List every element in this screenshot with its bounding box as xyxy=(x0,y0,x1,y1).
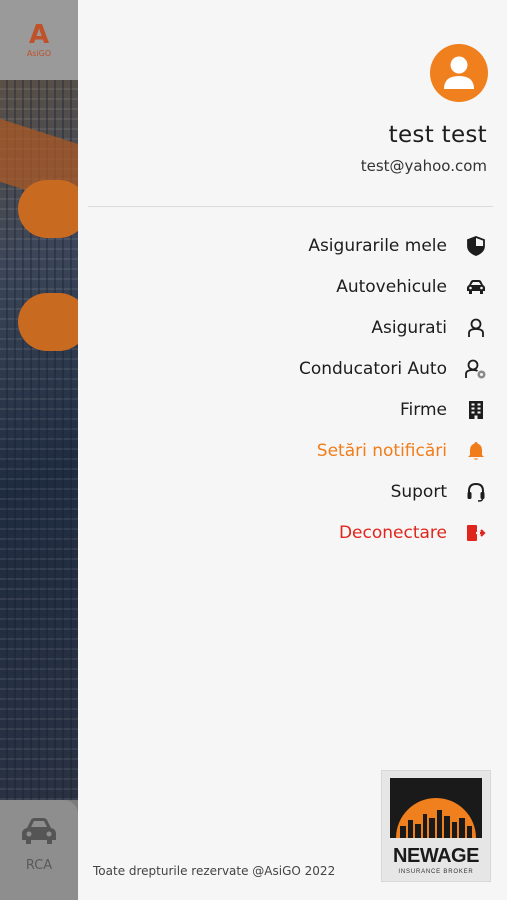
person-outline-icon xyxy=(465,317,487,339)
menu-item-deconectare[interactable]: Deconectare xyxy=(87,512,487,553)
menu-item-suport[interactable]: Suport xyxy=(87,471,487,512)
user-email: test@yahoo.com xyxy=(360,157,487,175)
menu-item-label: Deconectare xyxy=(338,522,447,543)
menu-item-firme[interactable]: Firme xyxy=(87,389,487,430)
car-icon xyxy=(20,816,58,850)
app-logo-text: AsiGO xyxy=(26,48,52,58)
menu-item-label: Asigurati xyxy=(371,317,447,338)
logout-icon xyxy=(465,522,487,544)
bottom-tab-rca[interactable]: RCA xyxy=(0,800,78,900)
headset-icon xyxy=(465,481,487,503)
driver-icon xyxy=(465,358,487,380)
bottom-tab-label: RCA xyxy=(25,858,53,873)
menu-item-asigurarile-mele[interactable]: Asigurarile mele xyxy=(87,225,487,266)
menu-item-label: Firme xyxy=(400,399,447,420)
app-logo-mark: A xyxy=(28,19,50,50)
background-button xyxy=(18,180,78,238)
menu-item-autovehicule[interactable]: Autovehicule xyxy=(87,266,487,307)
shield-icon xyxy=(465,235,487,257)
divider xyxy=(88,206,493,207)
background-button xyxy=(18,293,78,351)
svg-text:INSURANCE BROKER: INSURANCE BROKER xyxy=(398,869,473,875)
menu-item-setari-notificari[interactable]: Setări notificări xyxy=(87,430,487,471)
newage-logo: NEWAGE INSURANCE BROKER xyxy=(381,770,491,882)
svg-text:NEWAGE: NEWAGE xyxy=(393,845,479,867)
menu-item-label: Asigurarile mele xyxy=(308,235,447,256)
menu-item-asigurati[interactable]: Asigurati xyxy=(87,307,487,348)
background-app: A AsiGO RCA xyxy=(0,0,78,900)
menu-item-label: Suport xyxy=(390,481,447,502)
copyright-footer: Toate drepturile rezervate @AsiGO 2022 xyxy=(93,864,336,878)
menu-item-conducatori-auto[interactable]: Conducatori Auto xyxy=(87,348,487,389)
drawer-menu: Asigurarile mele Autovehicule Asigurati … xyxy=(87,225,487,553)
user-avatar-icon[interactable] xyxy=(430,44,488,102)
side-drawer: test test test@yahoo.com Asigurarile mel… xyxy=(78,0,507,900)
user-name: test test xyxy=(388,122,487,148)
building-icon xyxy=(465,399,487,421)
background-header: A AsiGO xyxy=(0,0,78,80)
menu-item-label: Setări notificări xyxy=(316,440,447,461)
car-icon xyxy=(465,276,487,298)
menu-item-label: Autovehicule xyxy=(336,276,447,297)
menu-item-label: Conducatori Auto xyxy=(298,358,447,379)
bell-icon xyxy=(465,440,487,462)
